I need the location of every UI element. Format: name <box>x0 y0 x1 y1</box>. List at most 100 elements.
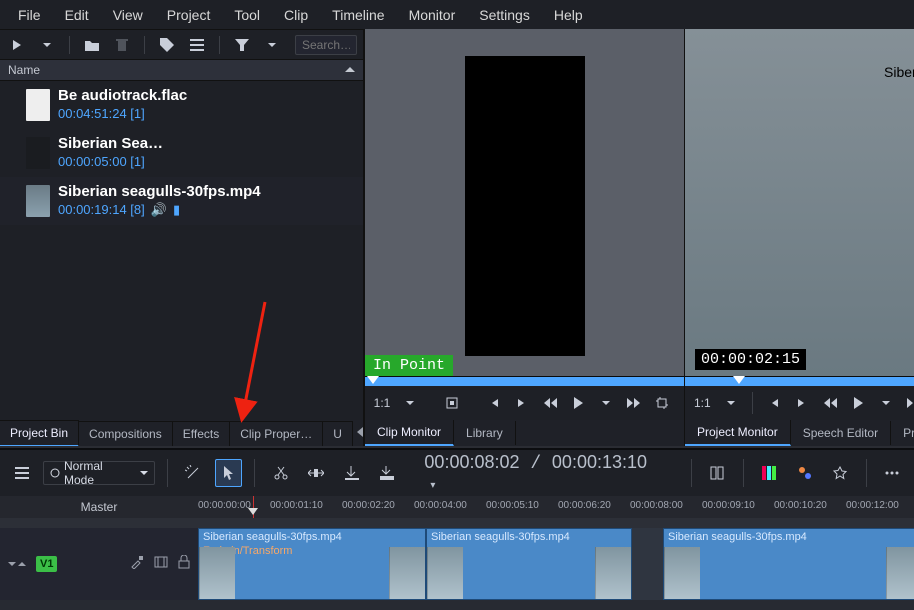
track-header[interactable]: V1 <box>0 528 198 600</box>
track-area[interactable]: Siberian seagulls-30fps.mp4Fade in/Trans… <box>198 528 914 600</box>
project-ruler[interactable] <box>685 376 914 386</box>
timeline-clip[interactable]: Siberian seagulls-30fps.mp4Fade in/Trans… <box>198 528 426 600</box>
lock-icon[interactable] <box>178 555 190 574</box>
bin-item[interactable]: Siberian seagulls-30fps.mp4 00:00:19:14 … <box>0 177 363 225</box>
select-tool-icon[interactable] <box>215 459 242 487</box>
ruler-tick: 00:00:00:00 <box>198 500 251 511</box>
favorite-icon[interactable] <box>826 459 853 487</box>
tab-speech-editor[interactable]: Speech Editor <box>791 421 891 445</box>
tab-project-monitor[interactable]: Project Monitor <box>685 420 791 446</box>
set-out-icon[interactable] <box>511 392 533 414</box>
forward-icon[interactable] <box>623 392 645 414</box>
tab-clip-monitor[interactable]: Clip Monitor <box>365 420 454 446</box>
crop-icon[interactable] <box>651 392 673 414</box>
play-drop-icon[interactable] <box>875 392 897 414</box>
hamburger-icon[interactable] <box>8 459 35 487</box>
menu-settings[interactable]: Settings <box>467 3 542 27</box>
bin-item[interactable]: Be audiotrack.flac 00:04:51:24 [1] <box>0 81 363 129</box>
tab-compositions[interactable]: Compositions <box>79 421 173 446</box>
timeline-ruler[interactable]: 00:00:00:00 00:00:01:10 00:00:02:20 00:00:0… <box>198 496 914 518</box>
zoom-drop-icon[interactable] <box>720 392 742 414</box>
bin-column-header[interactable]: Name <box>0 59 363 81</box>
play-drop-icon[interactable] <box>595 392 617 414</box>
eyedropper-icon[interactable] <box>130 555 144 574</box>
ruler-tick: 00:00:09:10 <box>702 500 755 511</box>
tab-overflow[interactable]: U <box>323 421 353 446</box>
clip-thumb-icon <box>26 137 50 169</box>
forward-icon[interactable] <box>903 392 914 414</box>
track-label[interactable]: V1 <box>36 556 57 572</box>
clip-monitor-tabs: Clip Monitor Library <box>365 420 684 446</box>
ruler-tick: 00:00:02:20 <box>342 500 395 511</box>
go-start-icon[interactable] <box>441 392 463 414</box>
zoom-level-button[interactable]: 1:1 <box>691 392 714 414</box>
timeline-master-label[interactable]: Master <box>0 496 198 518</box>
bin-search <box>295 35 357 55</box>
mixer-icon[interactable] <box>704 459 731 487</box>
overwrite-icon[interactable] <box>373 459 400 487</box>
menu-clip[interactable]: Clip <box>272 3 320 27</box>
bin-toolbar <box>0 29 363 59</box>
filter-drop-icon[interactable] <box>261 34 283 56</box>
play-icon[interactable] <box>567 392 589 414</box>
bin-play-icon[interactable] <box>6 34 28 56</box>
film-icon[interactable] <box>154 555 168 573</box>
menu-view[interactable]: View <box>101 3 155 27</box>
insert-icon[interactable] <box>338 459 365 487</box>
timeline-clip[interactable]: Siberian seagulls-30fps.mp4 <box>663 528 914 600</box>
clip-ruler[interactable] <box>365 376 684 386</box>
bin-item[interactable]: Siberian Sea… 00:00:05:00 [1] <box>0 129 363 177</box>
effects-icon[interactable] <box>180 459 207 487</box>
timeline-position: 00:00:08:02 / 00:00:13:10 ▾ <box>408 452 678 494</box>
track-expand-icon[interactable] <box>18 555 26 573</box>
play-icon[interactable] <box>847 392 869 414</box>
menu-project[interactable]: Project <box>155 3 223 27</box>
tabs-scroll-left-icon[interactable] <box>357 426 363 440</box>
razor-icon[interactable] <box>267 459 294 487</box>
project-viewport[interactable]: 00:00:02:15 <box>685 29 914 376</box>
clip-viewport[interactable]: In Point <box>365 29 684 376</box>
tags-icon[interactable] <box>791 459 818 487</box>
set-out-icon[interactable] <box>791 392 813 414</box>
tag-icon[interactable] <box>156 34 178 56</box>
tab-effects[interactable]: Effects <box>173 421 230 446</box>
ruler-tick: 00:00:04:00 <box>414 500 467 511</box>
bin-col-name: Name <box>8 63 40 77</box>
menu-file[interactable]: File <box>6 3 53 27</box>
menu-tool[interactable]: Tool <box>222 3 272 27</box>
zoom-drop-icon[interactable] <box>399 392 421 414</box>
filter-icon[interactable] <box>231 34 253 56</box>
project-timecode-overlay: 00:00:02:15 <box>695 349 806 370</box>
edit-mode-dropdown[interactable]: Normal Mode <box>43 461 154 485</box>
list-icon[interactable] <box>186 34 208 56</box>
ruler-tick: 00:00:10:20 <box>774 500 827 511</box>
search-input[interactable] <box>295 35 357 55</box>
menu-monitor[interactable]: Monitor <box>397 3 468 27</box>
track-collapse-icon[interactable] <box>8 555 16 573</box>
rewind-icon[interactable] <box>539 392 561 414</box>
ruler-tick: 00:00:01:10 <box>270 500 323 511</box>
color-swatch-icon[interactable] <box>756 459 783 487</box>
add-folder-icon[interactable] <box>81 34 103 56</box>
collapse-icon[interactable] <box>345 63 355 77</box>
menu-help[interactable]: Help <box>542 3 595 27</box>
spacer-icon[interactable] <box>303 459 330 487</box>
set-in-icon[interactable] <box>483 392 505 414</box>
menu-timeline[interactable]: Timeline <box>320 3 396 27</box>
rewind-icon[interactable] <box>819 392 841 414</box>
tab-project-notes[interactable]: Project N <box>891 421 914 445</box>
delete-icon[interactable] <box>111 34 133 56</box>
menu-edit[interactable]: Edit <box>53 3 101 27</box>
clip-title: Siberian seagulls-30fps.mp4 <box>427 529 631 545</box>
tab-library[interactable]: Library <box>454 421 516 445</box>
zoom-level-button[interactable]: 1:1 <box>371 392 393 414</box>
tab-clip-properties[interactable]: Clip Proper… <box>230 421 323 446</box>
bin-play-drop-icon[interactable] <box>36 34 58 56</box>
overflow-icon[interactable] <box>879 459 906 487</box>
set-in-icon[interactable] <box>763 392 785 414</box>
tc-drop-icon[interactable]: ▾ <box>430 480 435 491</box>
clip-monitor-controls: 1:1 <box>365 386 684 420</box>
tab-project-bin[interactable]: Project Bin <box>0 420 79 446</box>
timeline-clip[interactable]: Siberian seagulls-30fps.mp4 <box>426 528 632 600</box>
project-bin-pane: Name Be audiotrack.flac 00:04:51:24 [1] … <box>0 29 364 446</box>
